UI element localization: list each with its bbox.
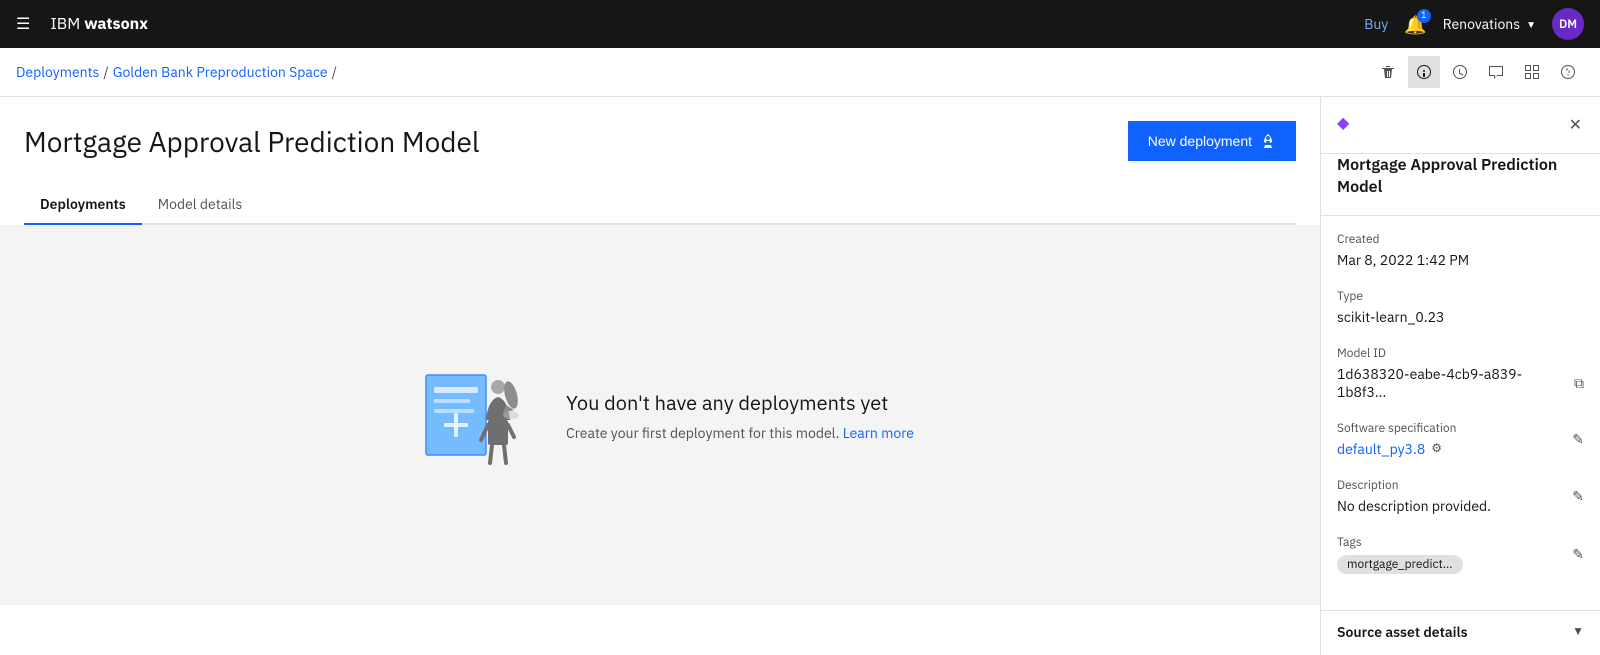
panel-model-id-field: Model ID 1d638320-eabe-4cb9-a839-1b8f3..… [1337, 346, 1584, 401]
new-deployment-label: New deployment [1148, 133, 1252, 149]
empty-state-container: You don't have any deployments yet Creat… [0, 225, 1320, 605]
panel-tags-field: Tags mortgage_predict... ✎ [1337, 535, 1584, 574]
buy-link[interactable]: Buy [1364, 15, 1388, 33]
top-navigation: ☰ IBM watsonx Buy 🔔 1 Renovations ▼ DM [0, 0, 1600, 48]
brand-logo: IBM watsonx [50, 14, 148, 34]
model-id-row: 1d638320-eabe-4cb9-a839-1b8f3... ⧉ [1337, 365, 1584, 401]
rocket-icon [1260, 133, 1276, 149]
delete-button[interactable] [1372, 56, 1404, 88]
info-button[interactable] [1408, 56, 1440, 88]
empty-state: You don't have any deployments yet Creat… [406, 345, 914, 485]
panel-model-name: Mortgage Approval Prediction Model [1321, 154, 1600, 216]
software-spec-value[interactable]: default_py3.8 [1337, 440, 1425, 458]
created-label: Created [1337, 232, 1584, 247]
empty-description: Create your first deployment for this mo… [566, 424, 914, 442]
diamond-icon: ◆ [1337, 113, 1349, 133]
notification-badge: 1 [1417, 9, 1431, 23]
tabs: Deployments Model details [24, 185, 1296, 225]
breadcrumb-separator-1: / [103, 63, 108, 81]
chevron-down-icon: ▼ [1572, 624, 1584, 639]
grid-button[interactable] [1516, 56, 1548, 88]
software-spec-label: Software specification [1337, 421, 1456, 436]
model-id-value: 1d638320-eabe-4cb9-a839-1b8f3... [1337, 365, 1570, 401]
breadcrumb-separator-2: / [332, 63, 337, 81]
breadcrumb-bar: Deployments / Golden Bank Preproduction … [0, 48, 1600, 97]
new-deployment-button[interactable]: New deployment [1128, 121, 1296, 161]
breadcrumb: Deployments / Golden Bank Preproduction … [16, 63, 337, 81]
panel-header-left: ◆ [1337, 113, 1349, 133]
breadcrumb-deployments[interactable]: Deployments [16, 63, 99, 81]
empty-text: You don't have any deployments yet Creat… [566, 389, 914, 442]
help-button[interactable] [1552, 56, 1584, 88]
space-selector[interactable]: Renovations ▼ [1443, 15, 1536, 33]
empty-heading: You don't have any deployments yet [566, 389, 914, 416]
panel-body: Created Mar 8, 2022 1:42 PM Type scikit-… [1321, 216, 1600, 610]
tab-model-details[interactable]: Model details [142, 185, 258, 225]
edit-software-spec-icon[interactable]: ✎ [1572, 430, 1584, 448]
tag-value: mortgage_predict... [1337, 555, 1463, 574]
panel-created-field: Created Mar 8, 2022 1:42 PM [1337, 232, 1584, 269]
right-panel: ◆ ✕ Mortgage Approval Prediction Model C… [1320, 97, 1600, 655]
edit-description-icon[interactable]: ✎ [1572, 487, 1584, 505]
content-area: Mortgage Approval Prediction Model New d… [0, 97, 1320, 655]
model-id-label: Model ID [1337, 346, 1584, 361]
description-value: No description provided. [1337, 497, 1491, 515]
page-title: Mortgage Approval Prediction Model [24, 123, 480, 160]
space-name: Renovations [1443, 15, 1520, 33]
breadcrumb-actions [1372, 56, 1584, 88]
breadcrumb-space[interactable]: Golden Bank Preproduction Space [113, 63, 328, 81]
empty-illustration [406, 345, 526, 485]
comment-button[interactable] [1480, 56, 1512, 88]
edit-tags-icon[interactable]: ✎ [1572, 545, 1584, 563]
tab-deployments[interactable]: Deployments [24, 185, 142, 225]
page-header: Mortgage Approval Prediction Model New d… [24, 121, 1296, 161]
source-asset-section[interactable]: Source asset details ▼ [1321, 610, 1600, 653]
panel-software-spec-field: Software specification default_py3.8 ⚙ ✎ [1337, 421, 1584, 458]
type-value: scikit-learn_0.23 [1337, 308, 1444, 326]
panel-description-field: Description No description provided. ✎ [1337, 478, 1584, 515]
panel-close-button[interactable]: ✕ [1567, 113, 1584, 137]
notifications-bell[interactable]: 🔔 1 [1404, 13, 1426, 36]
main-layout: Mortgage Approval Prediction Model New d… [0, 97, 1600, 655]
avatar[interactable]: DM [1552, 8, 1584, 40]
tags-label: Tags [1337, 535, 1463, 550]
panel-header: ◆ ✕ [1321, 97, 1600, 154]
hamburger-menu[interactable]: ☰ [16, 14, 30, 34]
brand-ibm: IBM [50, 14, 80, 34]
panel-type-field: Type scikit-learn_0.23 [1337, 289, 1584, 326]
history-button[interactable] [1444, 56, 1476, 88]
spec-row: default_py3.8 ⚙ [1337, 440, 1456, 458]
chevron-down-icon: ▼ [1526, 18, 1536, 31]
source-asset-label: Source asset details [1337, 623, 1468, 641]
brand-watsonx: watsonx [84, 14, 148, 34]
type-label: Type [1337, 289, 1444, 304]
description-label: Description [1337, 478, 1491, 493]
settings-icon[interactable]: ⚙ [1431, 441, 1442, 456]
created-value: Mar 8, 2022 1:42 PM [1337, 251, 1584, 269]
copy-icon[interactable]: ⧉ [1574, 374, 1584, 392]
learn-more-link[interactable]: Learn more [843, 424, 914, 442]
